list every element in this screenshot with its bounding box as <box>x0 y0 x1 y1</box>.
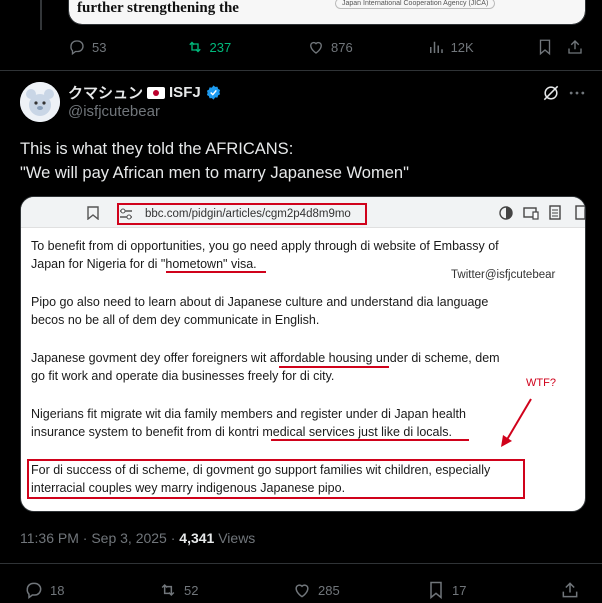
reply-icon <box>70 40 84 56</box>
display-name: クマシュン <box>68 85 144 102</box>
article-paragraph-4: Nigerians fit migrate wit dia family mem… <box>31 407 466 439</box>
avatar[interactable] <box>20 82 60 122</box>
post-actions: 18 52 285 17 <box>24 580 584 600</box>
bookmark-icon <box>430 581 442 600</box>
reply-icon <box>26 582 42 599</box>
browser-bar: bbc.com/pidgin/articles/cgm2p4d8m9mo <box>21 197 585 228</box>
thread-line <box>40 0 42 30</box>
share-button[interactable] <box>560 580 580 600</box>
quoted-card[interactable]: further strengthening the Japan Internat… <box>68 0 586 25</box>
like-button[interactable]: 876 <box>307 38 427 56</box>
japan-flag-icon <box>147 86 166 99</box>
url-text: bbc.com/pidgin/articles/cgm2p4d8m9mo <box>145 208 351 220</box>
highlight-box <box>27 459 525 499</box>
reply-button[interactable]: 18 <box>24 580 158 600</box>
reply-count: 53 <box>92 39 107 55</box>
cast-icon <box>523 207 539 220</box>
views-label: Views <box>214 530 256 546</box>
handle[interactable]: @isfjcutebear <box>68 103 160 120</box>
previous-post-actions: 53 237 876 12K <box>68 38 584 56</box>
views-button[interactable]: 12K <box>427 38 537 56</box>
underline-medical <box>271 439 469 441</box>
underline-housing <box>279 366 389 368</box>
post-meta: 11:36 PM · Sep 3, 2025 · 4,341 Views <box>20 530 255 546</box>
repost-count: 237 <box>209 39 232 55</box>
bookmark-icon <box>87 206 99 220</box>
grok-button[interactable] <box>541 83 561 108</box>
repost-button[interactable]: 52 <box>158 580 292 600</box>
display-name-suffix: ISFJ <box>169 84 201 101</box>
like-count: 285 <box>318 582 340 598</box>
bookmark-button[interactable] <box>536 38 566 56</box>
grok-icon <box>543 85 559 101</box>
contrast-icon <box>499 206 513 220</box>
watermark: Twitter@isfjcutebear <box>451 269 556 281</box>
post-text: This is what they told the AFRICANS: "We … <box>20 137 409 185</box>
divider <box>0 70 602 71</box>
article-paragraph-1: To benefit from di opportunities, you go… <box>31 239 499 271</box>
more-icon <box>569 91 585 95</box>
extension-icon <box>575 205 585 220</box>
like-icon <box>295 584 309 598</box>
more-button[interactable] <box>567 83 587 108</box>
post-text-line1: This is what they told the AFRICANS: <box>20 140 294 158</box>
bookmark-button[interactable]: 17 <box>426 580 560 600</box>
quoted-card-image: further strengthening the Japan Internat… <box>69 0 585 24</box>
repost-count: 52 <box>184 582 199 598</box>
views-count: 12K <box>450 39 474 55</box>
red-arrow-icon <box>501 398 532 447</box>
share-button[interactable] <box>566 38 584 56</box>
wtf-annotation: WTF? <box>526 377 556 389</box>
repost-button[interactable]: 237 <box>186 38 308 56</box>
divider <box>0 563 602 564</box>
post-text-line2: "We will pay African men to marry Japane… <box>20 164 409 182</box>
quoted-card-org: Japan International Cooperation Agency (… <box>335 0 496 9</box>
article-paragraph-2: Pipo go also need to learn about di Japa… <box>31 295 489 327</box>
post-image[interactable]: bbc.com/pidgin/articles/cgm2p4d8m9mo To … <box>20 196 586 512</box>
bear-avatar-icon <box>20 82 60 122</box>
bookmark-icon <box>539 39 551 56</box>
like-button[interactable]: 285 <box>292 580 426 600</box>
like-icon <box>310 41 322 54</box>
verified-icon <box>206 85 220 100</box>
repost-icon <box>188 41 201 53</box>
repost-icon <box>161 583 175 597</box>
share-icon <box>562 582 578 598</box>
timestamp[interactable]: 11:36 PM · Sep 3, 2025 · <box>20 530 179 546</box>
share-icon <box>568 40 582 54</box>
views-icon <box>429 41 443 53</box>
reader-icon <box>549 205 561 220</box>
bookmark-count: 17 <box>452 582 467 598</box>
reply-count: 18 <box>50 582 65 598</box>
views-total: 4,341 <box>179 530 215 546</box>
underline-hometown <box>166 271 266 273</box>
article-paragraph-3: Japanese govment dey offer foreigners wi… <box>31 351 500 383</box>
like-count: 876 <box>331 39 353 55</box>
reply-button[interactable]: 53 <box>68 38 186 56</box>
quoted-card-text: further strengthening the <box>77 0 239 16</box>
author-name-row[interactable]: クマシュン ISFJ <box>68 82 222 103</box>
